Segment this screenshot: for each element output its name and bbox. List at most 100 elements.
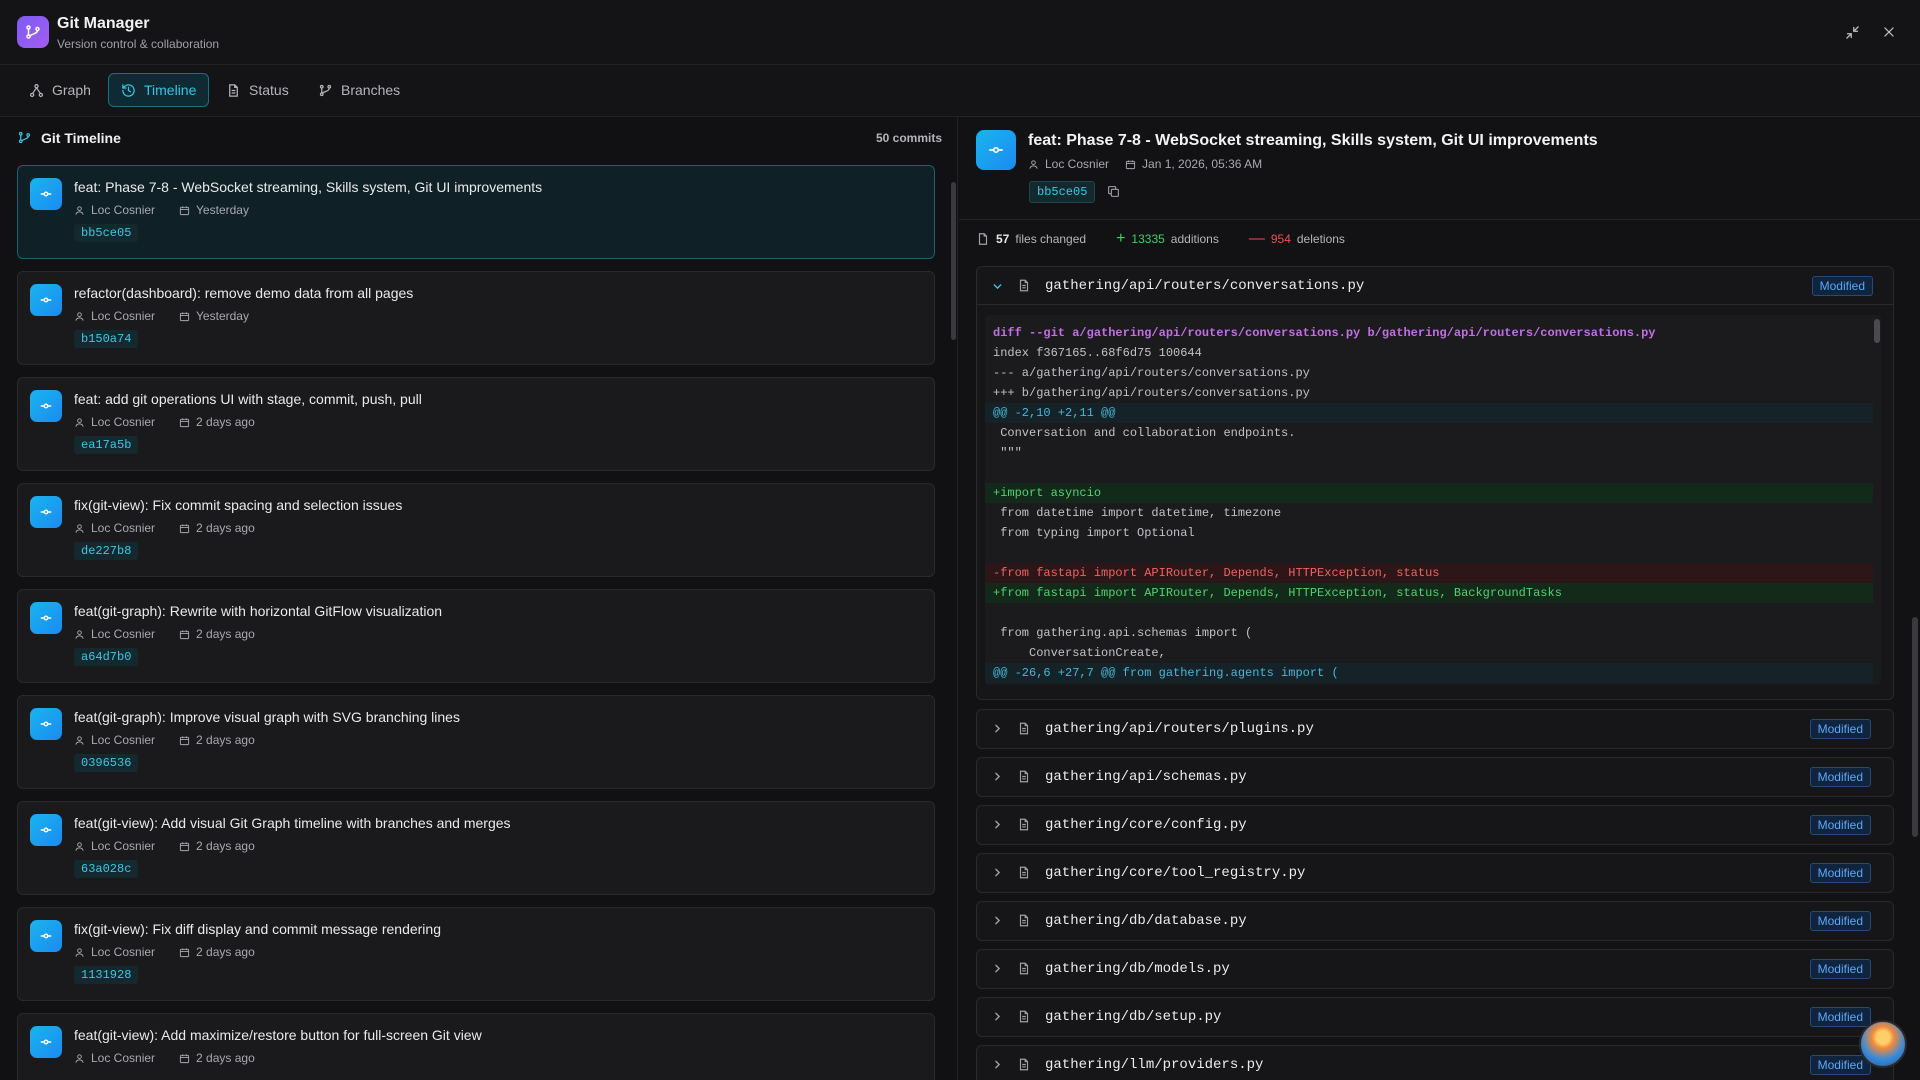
scrollbar[interactable] [951, 182, 956, 340]
commit-date: 2 days ago [196, 733, 255, 747]
changed-file-row[interactable]: gathering/db/database.py Modified [976, 901, 1894, 941]
tab-timeline[interactable]: Timeline [108, 73, 210, 107]
close-icon[interactable] [1879, 22, 1899, 42]
commit-message: feat(git-graph): Rewrite with horizontal… [74, 603, 443, 619]
app-subtitle: Version control & collaboration [57, 37, 220, 51]
commit-message: feat(git-graph): Improve visual graph wi… [74, 709, 460, 725]
chevron-right-icon[interactable] [991, 818, 1004, 834]
changed-file-row[interactable]: gathering/core/config.py Modified [976, 805, 1894, 845]
commit-card[interactable]: refactor(dashboard): remove demo data fr… [17, 271, 935, 365]
minimize-icon[interactable] [1842, 22, 1862, 42]
calendar-icon [179, 523, 190, 533]
tab-label: Branches [341, 82, 401, 98]
timeline-panel: Git Timeline 50 commits feat: Phase 7-8 … [0, 117, 958, 1080]
commit-message: fix(git-view): Fix commit spacing and se… [74, 497, 403, 513]
file-icon [1017, 721, 1031, 739]
tab-status[interactable]: Status [214, 73, 301, 107]
diff-line: @@ -26,6 +27,7 @@ from gathering.agents … [985, 663, 1873, 683]
git-branch-icon [17, 16, 49, 48]
commit-hash[interactable]: b150a74 [74, 330, 139, 348]
commit-icon [30, 178, 62, 210]
commit-card[interactable]: fix(git-view): Fix diff display and comm… [17, 907, 935, 1001]
tab-bar: Graph Timeline Status Branches [0, 65, 1920, 117]
changed-file-row[interactable]: gathering/db/models.py Modified [976, 949, 1894, 989]
copy-icon[interactable] [1107, 185, 1120, 201]
tab-label: Status [249, 82, 289, 98]
changed-file-row[interactable]: gathering/api/routers/plugins.py Modified [976, 709, 1894, 749]
commit-detail-panel: feat: Phase 7-8 - WebSocket streaming, S… [959, 117, 1920, 1080]
commit-card[interactable]: feat(git-graph): Rewrite with horizontal… [17, 589, 935, 683]
changed-file-row[interactable]: gathering/api/schemas.py Modified [976, 757, 1894, 797]
commit-author: Loc Cosnier [91, 839, 156, 853]
file-row-header[interactable]: gathering/api/routers/conversations.py M… [977, 267, 1893, 305]
commit-card[interactable]: feat(git-view): Add visual Git Graph tim… [17, 801, 935, 895]
commit-card[interactable]: feat: Phase 7-8 - WebSocket streaming, S… [17, 165, 935, 259]
commit-author: Loc Cosnier [91, 733, 156, 747]
chevron-right-icon[interactable] [991, 722, 1004, 738]
file-diff-expanded: gathering/api/routers/conversations.py M… [976, 266, 1894, 700]
diff-line [985, 603, 1873, 623]
commit-hash[interactable]: ea17a5b [74, 436, 139, 454]
commit-card[interactable]: fix(git-view): Fix commit spacing and se… [17, 483, 935, 577]
chevron-right-icon[interactable] [991, 962, 1004, 978]
commit-author: Loc Cosnier [91, 945, 156, 959]
user-icon [75, 205, 84, 215]
file-icon [1017, 769, 1031, 787]
user-icon [75, 841, 84, 851]
user-icon [75, 417, 84, 427]
commit-card[interactable]: feat(git-view): Add maximize/restore but… [17, 1013, 935, 1080]
chevron-right-icon[interactable] [991, 1058, 1004, 1074]
user-icon [1029, 159, 1038, 169]
file-icon [978, 233, 988, 245]
changed-file-row[interactable]: gathering/llm/providers.py Modified [976, 1045, 1894, 1080]
chevron-right-icon[interactable] [991, 866, 1004, 882]
files-changed-label: files changed [1015, 232, 1087, 246]
file-name: gathering/api/schemas.py [1045, 769, 1247, 785]
commit-hash[interactable]: a64d7b0 [74, 648, 139, 666]
scrollbar[interactable] [1912, 617, 1918, 837]
diff-line [985, 463, 1873, 483]
commit-hash[interactable]: 1131928 [74, 966, 139, 984]
changed-file-row[interactable]: gathering/db/setup.py Modified [976, 997, 1894, 1037]
status-badge: Modified [1811, 276, 1873, 296]
changed-file-row[interactable]: gathering/core/tool_registry.py Modified [976, 853, 1894, 893]
chevron-right-icon[interactable] [991, 1010, 1004, 1026]
git-branch-icon [17, 130, 32, 148]
chevron-right-icon[interactable] [991, 914, 1004, 930]
commit-hash[interactable]: 63a028c [74, 860, 139, 878]
commit-hash[interactable]: 0396536 [74, 754, 139, 772]
diff-line: from typing import Optional [993, 526, 1195, 540]
diff-line: diff --git a/gathering/api/routers/conve… [993, 326, 1656, 340]
commit-date: 2 days ago [196, 415, 255, 429]
diff-line: +++ b/gathering/api/routers/conversation… [993, 386, 1310, 400]
diff-view[interactable]: diff --git a/gathering/api/routers/conve… [985, 315, 1881, 685]
commit-author: Loc Cosnier [91, 203, 156, 217]
scrollbar[interactable] [1874, 319, 1880, 343]
user-icon [75, 523, 84, 533]
branch-icon [319, 84, 332, 96]
commit-hash[interactable]: bb5ce05 [1029, 181, 1096, 203]
commit-card[interactable]: feat(git-graph): Improve visual graph wi… [17, 695, 935, 789]
commit-count: 50 commits [875, 131, 942, 145]
commit-hash[interactable]: de227b8 [74, 542, 139, 560]
commit-date: 2 days ago [196, 1051, 255, 1065]
commit-icon [30, 920, 62, 952]
diff-line: +import asyncio [985, 483, 1873, 503]
commit-meta: Loc Cosnier 2 days ago [74, 415, 255, 429]
tab-graph[interactable]: Graph [17, 73, 103, 107]
commit-meta: Loc Cosnier Jan 1, 2026, 05:36 AM [1028, 157, 1262, 171]
status-badge: Modified [1809, 1055, 1871, 1075]
chevron-right-icon[interactable] [991, 770, 1004, 786]
calendar-icon [179, 311, 190, 321]
calendar-icon [179, 947, 190, 957]
avatar[interactable] [1859, 1020, 1907, 1068]
calendar-icon [179, 1053, 190, 1063]
file-name: gathering/api/routers/plugins.py [1045, 721, 1314, 737]
tab-branches[interactable]: Branches [306, 73, 412, 107]
commit-meta: Loc Cosnier 2 days ago [74, 733, 255, 747]
chevron-down-icon[interactable] [991, 280, 1004, 296]
status-badge: Modified [1809, 863, 1871, 883]
commit-hash[interactable]: bb5ce05 [74, 224, 139, 242]
commit-card[interactable]: feat: add git operations UI with stage, … [17, 377, 935, 471]
commit-message: fix(git-view): Fix diff display and comm… [74, 921, 441, 937]
